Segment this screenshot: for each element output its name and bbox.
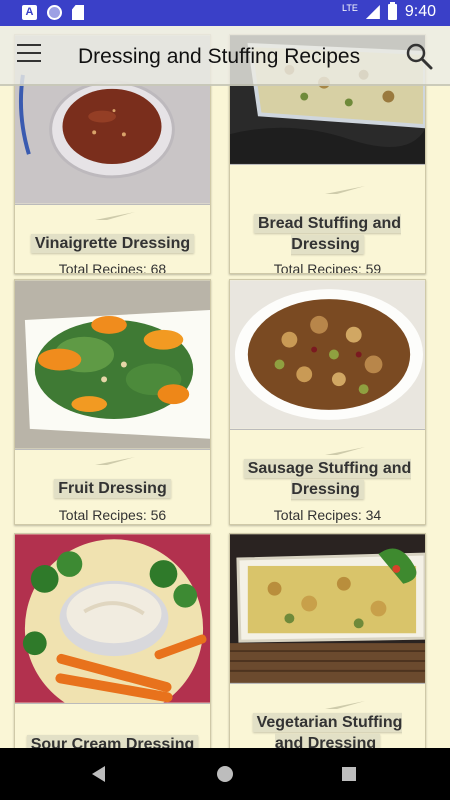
menu-button[interactable] (17, 44, 41, 66)
page-title: Dressing and Stuffing Recipes (78, 45, 361, 68)
decoration-icon (325, 186, 365, 194)
card-title: Bread Stuffing and Dressing (240, 213, 415, 255)
search-button[interactable] (405, 42, 433, 70)
card-recipe-count: Total Recipes: 68 (58, 261, 167, 274)
decoration-icon (95, 212, 135, 220)
category-card-sausage-stuffing[interactable]: Sausage Stuffing and Dressing Total Reci… (229, 279, 426, 525)
sd-card-icon (72, 5, 84, 20)
search-icon (406, 43, 433, 70)
category-card-fruit-dressing[interactable]: Fruit Dressing Total Recipes: 56 (14, 279, 211, 525)
battery-icon (387, 2, 397, 20)
fruit-dressing-image (15, 280, 210, 450)
system-nav-bar (0, 748, 450, 800)
category-grid[interactable]: Vinaigrette Dressing Total Recipes: 68 B… (0, 26, 450, 748)
status-bar: A LTE 9:40 (0, 0, 450, 26)
card-title: Vegetarian Stuffing and Dressing (240, 712, 415, 748)
category-card-vegetarian-stuffing[interactable]: Vegetarian Stuffing and Dressing (229, 533, 426, 748)
sausage-stuffing-image (230, 280, 425, 430)
card-recipe-count: Total Recipes: 56 (58, 507, 167, 523)
sour-cream-dressing-image (15, 534, 210, 704)
category-card-sour-cream-dressing[interactable]: Sour Cream Dressing (14, 533, 211, 748)
network-type-label: LTE (342, 3, 358, 13)
app-notification-icon: A (22, 5, 37, 20)
decoration-icon (325, 701, 365, 709)
signal-icon (365, 5, 380, 19)
hamburger-icon (17, 44, 41, 46)
decoration-icon (95, 457, 135, 465)
decoration-icon (325, 447, 365, 455)
status-time: 9:40 (404, 3, 436, 20)
card-title: Fruit Dressing (25, 478, 200, 499)
recent-apps-icon[interactable] (342, 767, 356, 781)
vegetarian-stuffing-image (230, 534, 425, 684)
card-title: Sour Cream Dressing (25, 734, 200, 748)
card-title: Sausage Stuffing and Dressing (240, 458, 415, 500)
home-icon[interactable] (217, 766, 233, 782)
sync-notification-icon (47, 5, 62, 20)
app-toolbar: Dressing and Stuffing Recipes (0, 26, 450, 86)
card-recipe-count: Total Recipes: 59 (273, 261, 382, 274)
card-title: Vinaigrette Dressing (25, 233, 200, 254)
card-recipe-count: Total Recipes: 34 (273, 507, 382, 523)
back-icon[interactable] (92, 766, 105, 782)
